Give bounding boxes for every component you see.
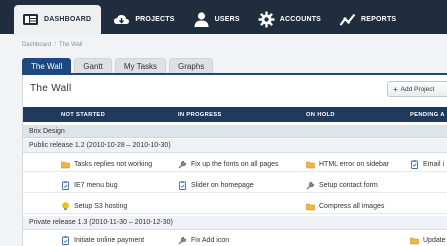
tab-graphs[interactable]: Graphs xyxy=(169,58,214,73)
task-row: Initiate online payment Fix Add icon Upd… xyxy=(23,233,447,246)
task-card[interactable]: IE7 menu bug xyxy=(61,181,118,190)
column-header-on-hold: ON HOLD xyxy=(306,112,335,118)
task-title: Fix up the fonts on all pages xyxy=(191,161,279,168)
clipboard-icon xyxy=(61,236,70,245)
clipboard-icon xyxy=(410,160,419,169)
task-card[interactable]: HTML error on sidebar xyxy=(306,160,389,169)
chart-icon xyxy=(339,11,356,28)
nav-projects[interactable]: PROJECTS xyxy=(105,4,180,34)
dashboard-icon xyxy=(22,11,39,28)
task-title: HTML error on sidebar xyxy=(319,161,390,168)
task-card[interactable]: Slider on homepage xyxy=(178,181,254,190)
breadcrumb-separator: / xyxy=(54,42,57,48)
tab-my-tasks[interactable]: My Tasks xyxy=(114,58,167,73)
column-header-row: NOT STARTED IN PROGRESS ON HOLD PENDING … xyxy=(23,107,447,122)
nav-label: DASHBOARD xyxy=(44,16,92,23)
task-card[interactable]: Email i xyxy=(410,160,444,169)
top-nav: DASHBOARD PROJECTS USERS ACCOUNTS REPORT… xyxy=(0,0,447,34)
task-title: Setup S3 hosting xyxy=(74,203,128,210)
nav-users[interactable]: USERS xyxy=(185,4,246,34)
task-card[interactable]: Tasks replies not working xyxy=(61,160,152,169)
column-header-in-progress: IN PROGRESS xyxy=(178,112,222,118)
project-row[interactable]: Brix Design xyxy=(23,125,447,138)
nav-accounts[interactable]: ACCOUNTS xyxy=(250,4,327,34)
task-title: Fix Add icon xyxy=(191,237,230,244)
task-card[interactable]: Initiate online payment xyxy=(61,236,144,245)
cloud-icon xyxy=(113,11,130,28)
task-row: IE7 menu bug Slider on homepage Setup co… xyxy=(23,178,447,193)
view-tabs: The Wall Gantt My Tasks Graphs xyxy=(22,58,216,73)
task-card[interactable]: Fix Add icon xyxy=(178,236,229,245)
task-row: Tasks replies not working Fix up the fon… xyxy=(23,157,447,172)
column-header-not-started: NOT STARTED xyxy=(61,112,106,118)
nav-reports[interactable]: REPORTS xyxy=(331,4,402,34)
lightbulb-icon xyxy=(61,202,70,211)
task-title: Tasks replies not working xyxy=(74,161,153,168)
task-card[interactable]: Compress all images xyxy=(306,202,384,211)
column-header-pending: PENDING A xyxy=(410,112,445,118)
nav-label: ACCOUNTS xyxy=(279,15,322,23)
clipboard-icon xyxy=(178,181,187,190)
task-card[interactable]: Setup contact form xyxy=(306,181,378,190)
wrench-icon xyxy=(306,181,315,190)
task-title: Slider on homepage xyxy=(191,182,254,189)
task-card[interactable]: Update xyxy=(410,236,446,245)
task-title: Email i xyxy=(423,161,445,168)
plus-icon: + xyxy=(393,84,398,94)
gear-icon xyxy=(258,11,275,28)
task-title: IE7 menu bug xyxy=(74,182,118,189)
task-row: Setup S3 hosting Compress all images xyxy=(23,199,447,214)
user-icon xyxy=(193,11,210,28)
folder-icon xyxy=(410,236,419,245)
folder-icon xyxy=(61,160,70,169)
clipboard-icon xyxy=(61,181,70,190)
release-row[interactable]: Public release 1.2 (2010-10-28 – 2010-10… xyxy=(23,139,447,153)
tab-gantt[interactable]: Gantt xyxy=(74,58,112,73)
wrench-icon xyxy=(178,236,187,245)
task-title: Initiate online payment xyxy=(74,237,145,244)
release-row[interactable]: Private release 1.3 (2010-11-30 – 2010-1… xyxy=(23,216,447,230)
task-card[interactable]: Fix up the fonts on all pages xyxy=(178,160,279,169)
breadcrumb-root[interactable]: Dashboard xyxy=(22,42,51,48)
tab-the-wall[interactable]: The Wall xyxy=(22,58,72,73)
nav-label: REPORTS xyxy=(361,15,397,23)
nav-label: USERS xyxy=(214,15,240,23)
task-title: Update xyxy=(423,237,446,244)
folder-icon xyxy=(306,160,315,169)
wrench-icon xyxy=(178,160,187,169)
task-title: Setup contact form xyxy=(319,182,378,189)
folder-icon xyxy=(306,202,315,211)
nav-label: PROJECTS xyxy=(135,15,175,23)
task-title: Compress all images xyxy=(319,203,385,210)
nav-dashboard[interactable]: DASHBOARD xyxy=(14,5,102,34)
breadcrumb: Dashboard / The Wall xyxy=(22,42,82,48)
add-project-label: Add Project xyxy=(400,85,435,93)
add-project-button[interactable]: + Add Project xyxy=(387,81,447,97)
page-title: The Wall xyxy=(30,83,72,94)
task-card[interactable]: Setup S3 hosting xyxy=(61,202,127,211)
breadcrumb-current: The Wall xyxy=(59,42,83,48)
wall-panel: The Wall + Add Project NOT STARTED IN PR… xyxy=(22,75,447,246)
